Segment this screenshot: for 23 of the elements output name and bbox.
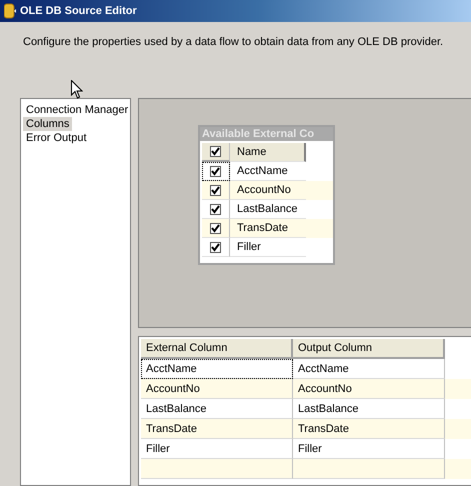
column-name: TransDate — [230, 219, 306, 238]
table-cell[interactable]: TransDate — [141, 419, 293, 439]
table-cell[interactable]: AccountNo — [293, 379, 445, 399]
window-title: OLE DB Source Editor — [20, 5, 137, 17]
description-text: Configure the properties used by a data flow to obtain data from any OLE DB provider. — [22, 35, 444, 50]
column-name: AccountNo — [230, 181, 306, 200]
database-icon — [4, 3, 16, 19]
column-checkbox[interactable] — [210, 204, 221, 214]
select-all-checkbox[interactable] — [210, 146, 221, 157]
navigation-item[interactable]: Columns — [23, 117, 72, 131]
column-checkbox[interactable] — [210, 242, 221, 252]
table-cell[interactable]: TransDate — [293, 419, 445, 439]
column-header[interactable]: Output Column — [293, 339, 445, 359]
table-cell[interactable]: AccountNo — [141, 379, 293, 399]
column-header[interactable]: External Column — [141, 339, 293, 359]
navigation-item[interactable]: Error Output — [23, 131, 90, 145]
column-name: Filler — [230, 238, 306, 257]
column-checkbox[interactable] — [210, 222, 221, 234]
column-checkbox[interactable] — [210, 166, 221, 176]
column-checkbox[interactable] — [210, 184, 221, 196]
column-header[interactable]: Name — [230, 143, 306, 162]
panel-title: Available External Co — [200, 127, 333, 141]
navigation-item[interactable]: Connection Manager — [23, 103, 132, 117]
